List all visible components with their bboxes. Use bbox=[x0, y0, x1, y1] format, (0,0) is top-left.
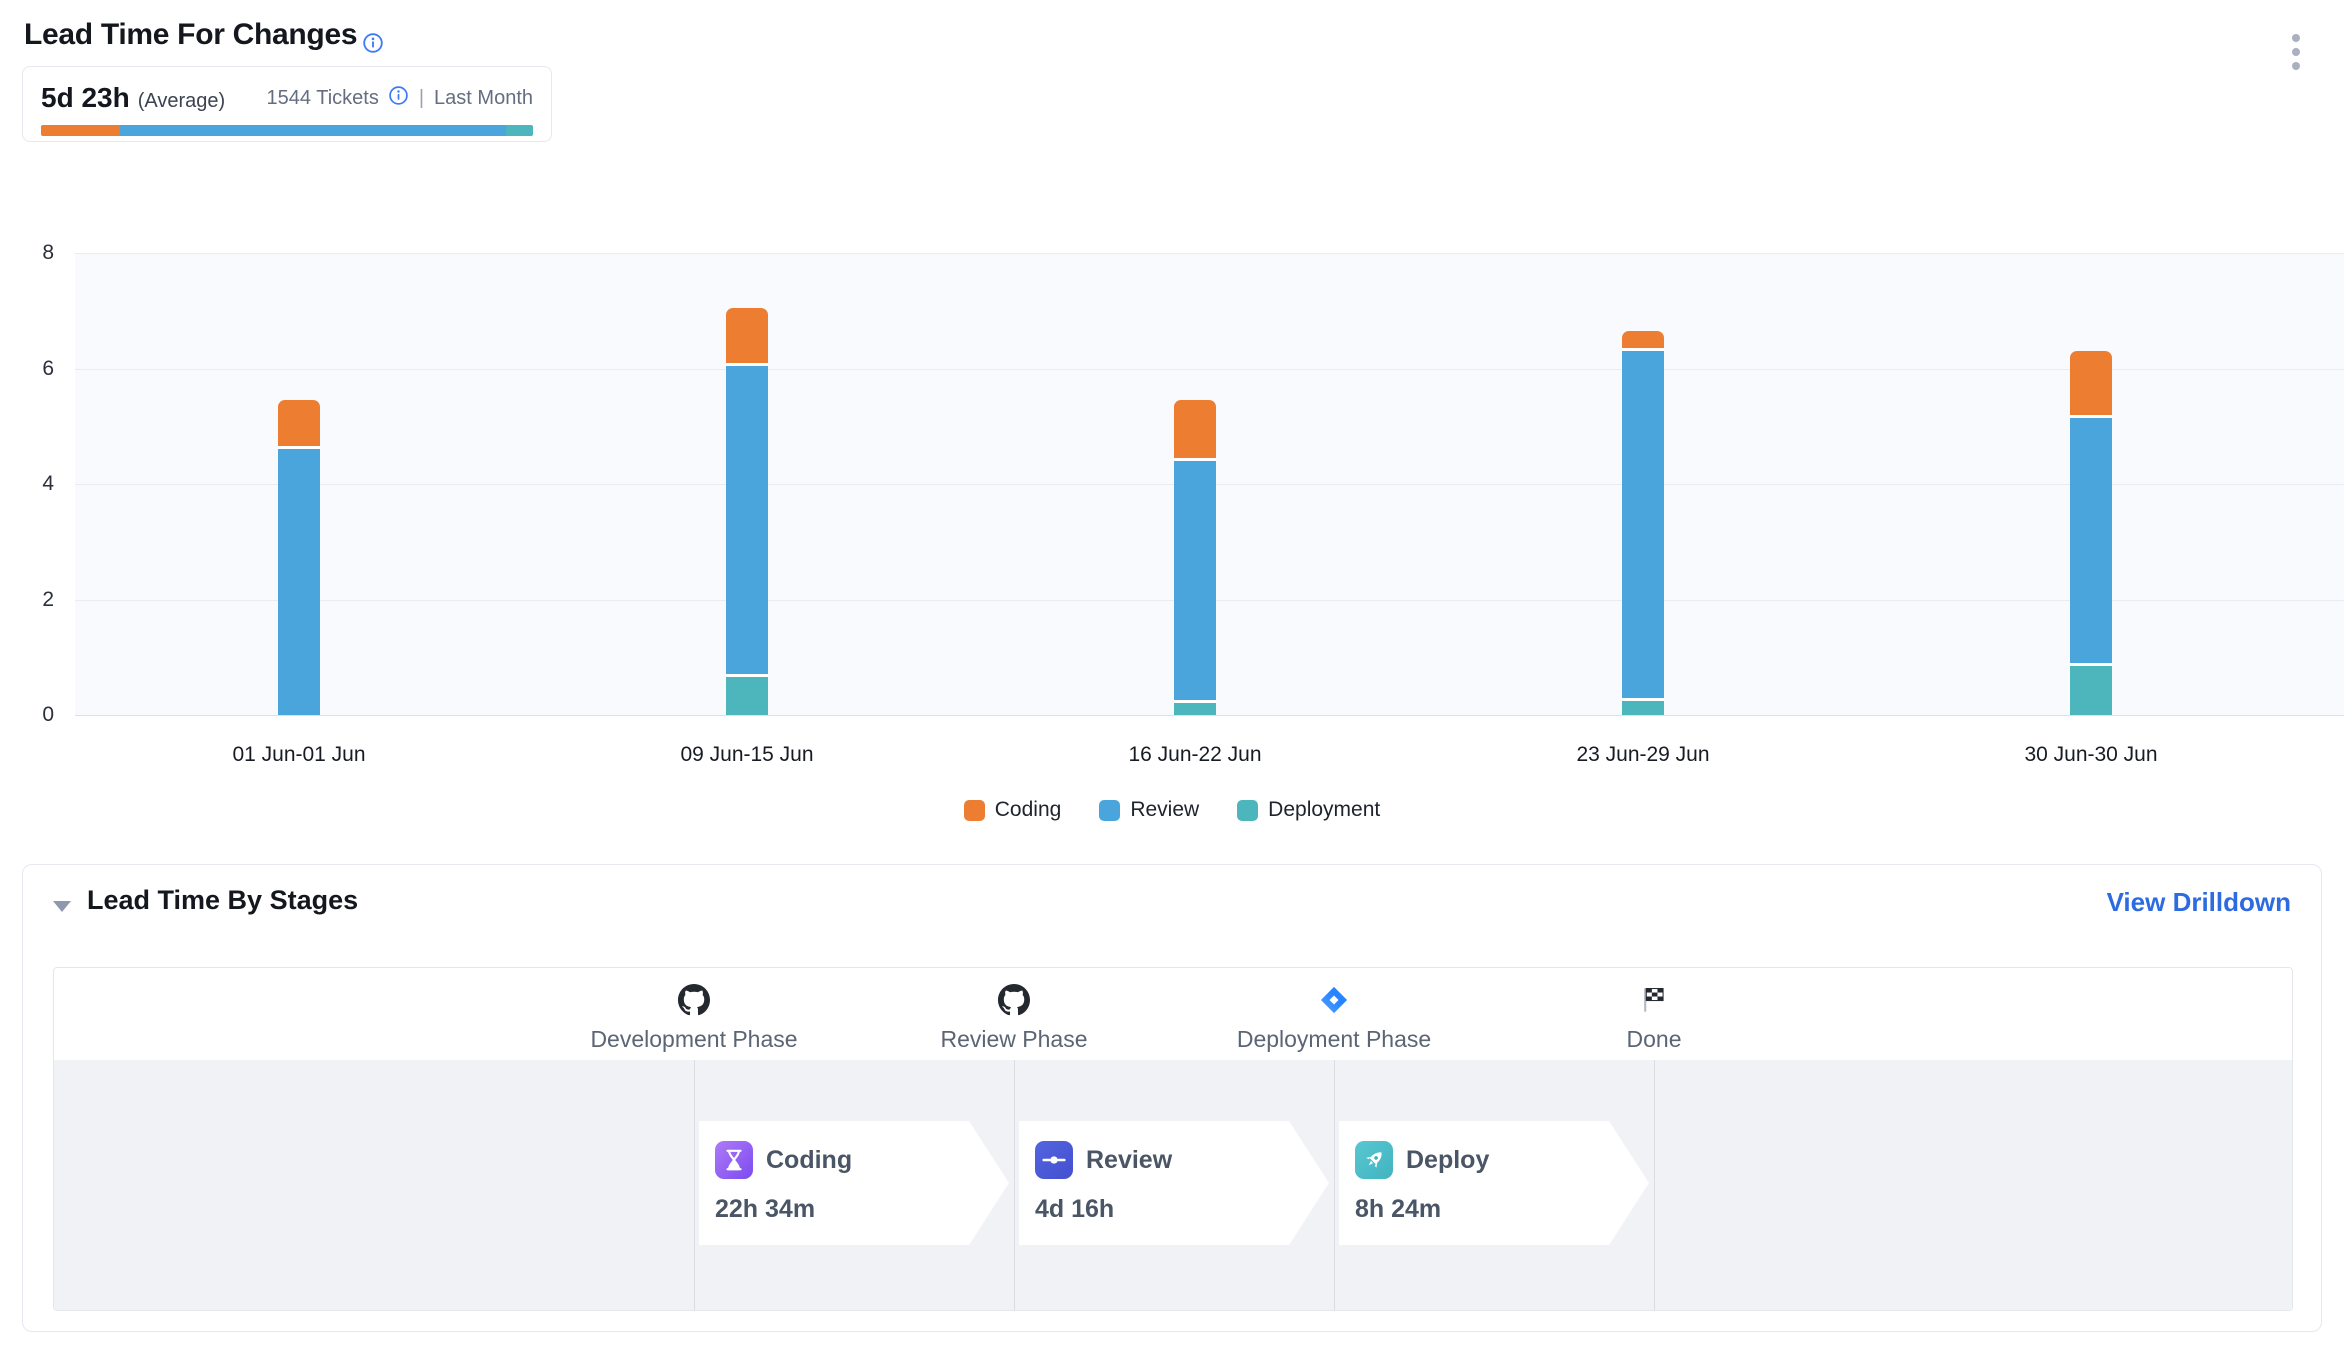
commit-icon bbox=[1035, 1141, 1073, 1179]
milestone-done: Done bbox=[1494, 968, 1814, 1053]
bar-segment-coding[interactable] bbox=[278, 400, 320, 449]
bar-segment-review[interactable] bbox=[726, 366, 768, 678]
rocket-icon bbox=[1355, 1141, 1393, 1179]
bar-segment-deployment[interactable] bbox=[2070, 666, 2112, 715]
x-axis-tick-label: 16 Jun-22 Jun bbox=[1128, 743, 1261, 767]
gridline bbox=[75, 715, 2344, 716]
column-divider bbox=[1654, 1060, 1655, 1310]
stage-card-coding[interactable]: Coding 22h 34m bbox=[699, 1121, 1009, 1245]
chart-legend: Coding Review Deployment bbox=[0, 798, 2344, 822]
y-axis-tick-label: 8 bbox=[10, 241, 54, 265]
legend-item-review[interactable]: Review bbox=[1099, 798, 1199, 822]
stage-label: Deploy bbox=[1406, 1146, 1489, 1175]
x-axis-tick-label: 30 Jun-30 Jun bbox=[2024, 743, 2157, 767]
stage-card-deploy[interactable]: Deploy 8h 24m bbox=[1339, 1121, 1649, 1245]
stage-card-review[interactable]: Review 4d 16h bbox=[1019, 1121, 1329, 1245]
legend-label: Coding bbox=[995, 798, 1062, 822]
stage-label: Review bbox=[1086, 1146, 1172, 1175]
bar-segment-deployment[interactable] bbox=[1174, 703, 1216, 715]
checkered-flag-icon bbox=[1494, 984, 1814, 1018]
legend-label: Deployment bbox=[1268, 798, 1380, 822]
stages-panel: Lead Time By Stages View Drilldown Devel… bbox=[22, 864, 2322, 1332]
y-axis-tick-label: 4 bbox=[10, 472, 54, 496]
stage-duration: 22h 34m bbox=[715, 1195, 1009, 1224]
legend-label: Review bbox=[1130, 798, 1199, 822]
stage-label: Coding bbox=[766, 1146, 852, 1175]
y-axis-tick-label: 6 bbox=[10, 357, 54, 381]
jira-icon bbox=[1174, 984, 1494, 1018]
bar-segment-review[interactable] bbox=[1622, 351, 1664, 700]
milestone-label: Review Phase bbox=[854, 1026, 1174, 1053]
bar-segment-coding[interactable] bbox=[1174, 400, 1216, 461]
bar-segment-coding[interactable] bbox=[1622, 331, 1664, 351]
y-axis-tick-label: 2 bbox=[10, 588, 54, 612]
x-axis-tick-label: 01 Jun-01 Jun bbox=[232, 743, 365, 767]
stages-title: Lead Time By Stages bbox=[87, 885, 358, 916]
stages-body: Coding 22h 34m Review 4d 16h Deploy 8h 2… bbox=[54, 1060, 2292, 1310]
bar-segment-review[interactable] bbox=[278, 449, 320, 715]
gridline bbox=[75, 369, 2344, 370]
bar-segment-coding[interactable] bbox=[726, 308, 768, 366]
bar-segment-deployment[interactable] bbox=[1622, 701, 1664, 715]
hourglass-icon bbox=[715, 1141, 753, 1179]
gridline bbox=[75, 253, 2344, 254]
y-axis-tick-label: 0 bbox=[10, 703, 54, 727]
milestone-review-phase: Review Phase bbox=[854, 968, 1174, 1053]
bar-segment-review[interactable] bbox=[2070, 418, 2112, 666]
stages-table: Development Phase Review Phase Deploymen… bbox=[53, 967, 2293, 1311]
bar-segment-deployment[interactable] bbox=[726, 677, 768, 715]
lead-time-chart: 0 2 4 6 8 01 Jun-01 Jun 09 Jun-15 Jun 16 Jun-22… bbox=[0, 0, 2344, 840]
collapse-caret-icon[interactable] bbox=[53, 901, 71, 912]
milestone-label: Done bbox=[1494, 1026, 1814, 1053]
stage-duration: 8h 24m bbox=[1355, 1195, 1649, 1224]
column-divider bbox=[1334, 1060, 1335, 1310]
milestone-development-phase: Development Phase bbox=[534, 968, 854, 1053]
milestone-label: Development Phase bbox=[534, 1026, 854, 1053]
github-icon bbox=[854, 984, 1174, 1018]
legend-swatch bbox=[964, 800, 985, 821]
milestone-deployment-phase: Deployment Phase bbox=[1174, 968, 1494, 1053]
legend-swatch bbox=[1237, 800, 1258, 821]
x-axis-tick-label: 09 Jun-15 Jun bbox=[680, 743, 813, 767]
lead-time-dashboard: Lead Time For Changes 5d 23h(Average) 15… bbox=[0, 0, 2344, 1352]
milestone-label: Deployment Phase bbox=[1174, 1026, 1494, 1053]
x-axis-tick-label: 23 Jun-29 Jun bbox=[1576, 743, 1709, 767]
column-divider bbox=[1014, 1060, 1015, 1310]
github-icon bbox=[534, 984, 854, 1018]
legend-item-deployment[interactable]: Deployment bbox=[1237, 798, 1380, 822]
legend-item-coding[interactable]: Coding bbox=[964, 798, 1062, 822]
column-divider bbox=[694, 1060, 695, 1310]
bar-segment-review[interactable] bbox=[1174, 461, 1216, 704]
legend-swatch bbox=[1099, 800, 1120, 821]
stage-duration: 4d 16h bbox=[1035, 1195, 1329, 1224]
bar-segment-coding[interactable] bbox=[2070, 351, 2112, 417]
view-drilldown-link[interactable]: View Drilldown bbox=[2107, 887, 2291, 918]
